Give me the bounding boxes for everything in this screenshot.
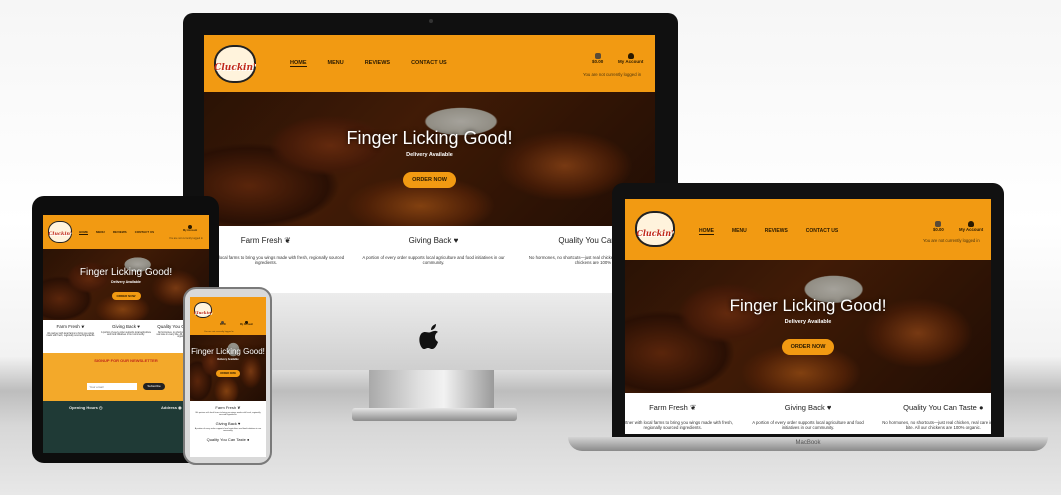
order-now-button[interactable]: ORDER NOW bbox=[216, 370, 240, 377]
hero-subtitle: Delivery Available bbox=[217, 358, 239, 361]
footer-address-title: Address ◉ bbox=[161, 405, 182, 410]
hand-heart-icon: ♥ bbox=[238, 421, 241, 426]
hero-subtitle: Delivery Available bbox=[406, 152, 453, 158]
logo[interactable]: Cluckin' bbox=[193, 300, 213, 320]
nav-menu[interactable]: MENU bbox=[96, 230, 105, 235]
imac-base bbox=[352, 408, 517, 421]
navbar: Cluckin' $0.00 My Account You are not cu… bbox=[190, 297, 266, 335]
nav-links: HOME MENU REVIEWS CONTACT US bbox=[79, 230, 154, 235]
hero-content: Finger Licking Good! Delivery Available … bbox=[190, 347, 266, 379]
nav-reviews[interactable]: REVIEWS bbox=[113, 230, 127, 235]
seedling-icon: ❦ bbox=[81, 324, 85, 329]
cart-button[interactable]: $0.00 bbox=[933, 221, 944, 232]
hero-title: Finger Licking Good! bbox=[79, 267, 173, 278]
hero-content: Finger Licking Good! Delivery Available … bbox=[204, 128, 655, 188]
navbar: Cluckin' HOME MENU REVIEWS CONTACT US $0… bbox=[625, 199, 991, 260]
hero-title: Finger Licking Good! bbox=[729, 296, 887, 315]
login-status: You are not currently logged in bbox=[204, 331, 234, 333]
seedling-icon: ❦ bbox=[284, 236, 291, 245]
nav-menu[interactable]: MENU bbox=[328, 60, 344, 67]
nav-home[interactable]: HOME bbox=[699, 228, 714, 235]
feature-farm-fresh: Farm Fresh ❦ We partner with local farms… bbox=[625, 403, 733, 430]
order-now-button[interactable]: ORDER NOW bbox=[403, 172, 456, 188]
hero: Finger Licking Good! Delivery Available … bbox=[204, 92, 655, 226]
feature-giving-back: Giving Back ♥ A portion of every order s… bbox=[752, 403, 864, 430]
login-status: You are not currently logged in bbox=[583, 72, 642, 77]
nav-home[interactable]: HOME bbox=[290, 60, 307, 67]
features: Farm Fresh ❦ We partner with local farms… bbox=[625, 393, 991, 434]
hero-subtitle: Delivery Available bbox=[111, 280, 141, 284]
subscribe-button[interactable]: Subscribe bbox=[143, 383, 165, 390]
feature-farm-fresh: Farm Fresh ❦ We partner with local farms… bbox=[195, 405, 261, 416]
account-button[interactable]: My Account bbox=[183, 225, 197, 232]
feature-farm-fresh: Farm Fresh ❦ We partner with local farms… bbox=[46, 324, 95, 337]
feature-farm-fresh: Farm Fresh ❦ We partner with local farms… bbox=[204, 236, 345, 265]
map-pin-icon: ◉ bbox=[178, 405, 182, 410]
nav-links: HOME MENU REVIEWS CONTACT US bbox=[290, 60, 447, 67]
seedling-icon: ❦ bbox=[237, 405, 241, 410]
order-now-button[interactable]: ORDER NOW bbox=[781, 339, 835, 355]
phone-screen: Cluckin' $0.00 My Account You are not cu… bbox=[190, 297, 266, 457]
cart-button[interactable]: $0.00 bbox=[592, 53, 603, 64]
cart-button[interactable]: $0.00 bbox=[220, 321, 226, 326]
login-status: You are not currently logged in bbox=[923, 238, 980, 243]
account-button[interactable]: My Account bbox=[618, 53, 643, 64]
nav-contact[interactable]: CONTACT US bbox=[135, 230, 154, 235]
egg-icon: ● bbox=[978, 403, 984, 412]
clock-icon: ◷ bbox=[99, 405, 103, 410]
navbar: Cluckin' HOME MENU REVIEWS CONTACT US $0… bbox=[204, 35, 655, 92]
nav-menu[interactable]: MENU bbox=[732, 228, 747, 235]
account-button[interactable]: My Account bbox=[240, 321, 253, 326]
account-button[interactable]: My Account bbox=[959, 221, 983, 232]
nav-home[interactable]: HOME bbox=[79, 230, 88, 235]
newsletter-email-input[interactable] bbox=[87, 383, 138, 390]
hero-content: Finger Licking Good! Delivery Available … bbox=[43, 267, 209, 302]
navbar: Cluckin' HOME MENU REVIEWS CONTACT US My… bbox=[43, 215, 209, 249]
imac-stand bbox=[369, 370, 494, 412]
logo[interactable]: Cluckin' bbox=[47, 219, 73, 245]
features: Farm Fresh ❦ We partner with local farms… bbox=[204, 226, 655, 293]
seedling-icon: ❦ bbox=[689, 403, 697, 412]
feature-quality: Quality You Can Taste ● bbox=[206, 437, 250, 442]
laptop-label: MacBook bbox=[795, 440, 821, 446]
feature-giving-back: Giving Back ♥ A portion of every order s… bbox=[100, 324, 152, 336]
features: Farm Fresh ❦ We partner with local farms… bbox=[190, 401, 266, 442]
hand-heart-icon: ♥ bbox=[453, 236, 459, 245]
feature-quality: Quality You Can Taste ● No hormones, no … bbox=[882, 403, 991, 430]
hero-content: Finger Licking Good! Delivery Available … bbox=[625, 296, 991, 355]
hero-title: Finger Licking Good! bbox=[191, 347, 265, 356]
hero-subtitle: Delivery Available bbox=[784, 319, 832, 325]
nav-links: HOME MENU REVIEWS CONTACT US bbox=[699, 228, 838, 235]
apple-logo-icon bbox=[419, 324, 438, 349]
nav-reviews[interactable]: REVIEWS bbox=[365, 60, 390, 67]
login-status: You are not currently logged in bbox=[169, 237, 203, 240]
camera-icon bbox=[429, 19, 433, 23]
hero: Finger Licking Good! Delivery Available … bbox=[625, 260, 991, 393]
order-now-button[interactable]: ORDER NOW bbox=[111, 292, 141, 300]
laptop-screen: Cluckin' HOME MENU REVIEWS CONTACT US $0… bbox=[625, 199, 991, 434]
logo[interactable]: Cluckin' bbox=[633, 207, 677, 251]
hand-heart-icon: ♥ bbox=[137, 324, 140, 329]
nav-reviews[interactable]: REVIEWS bbox=[765, 228, 788, 235]
nav-contact[interactable]: CONTACT US bbox=[806, 228, 838, 235]
imac-screen: Cluckin' HOME MENU REVIEWS CONTACT US $0… bbox=[204, 35, 655, 293]
footer-hours-title: Opening Hours ◷ bbox=[69, 405, 103, 410]
egg-icon: ● bbox=[247, 437, 250, 442]
feature-giving-back: Giving Back ♥ A portion of every order s… bbox=[362, 236, 505, 265]
hero: Finger Licking Good! Delivery Available … bbox=[190, 335, 266, 401]
nav-contact[interactable]: CONTACT US bbox=[411, 60, 447, 67]
feature-giving-back: Giving Back ♥ A portion of every order s… bbox=[194, 421, 262, 432]
hand-heart-icon: ♥ bbox=[826, 403, 832, 412]
logo[interactable]: Cluckin' bbox=[212, 41, 258, 87]
hero-title: Finger Licking Good! bbox=[346, 128, 513, 148]
